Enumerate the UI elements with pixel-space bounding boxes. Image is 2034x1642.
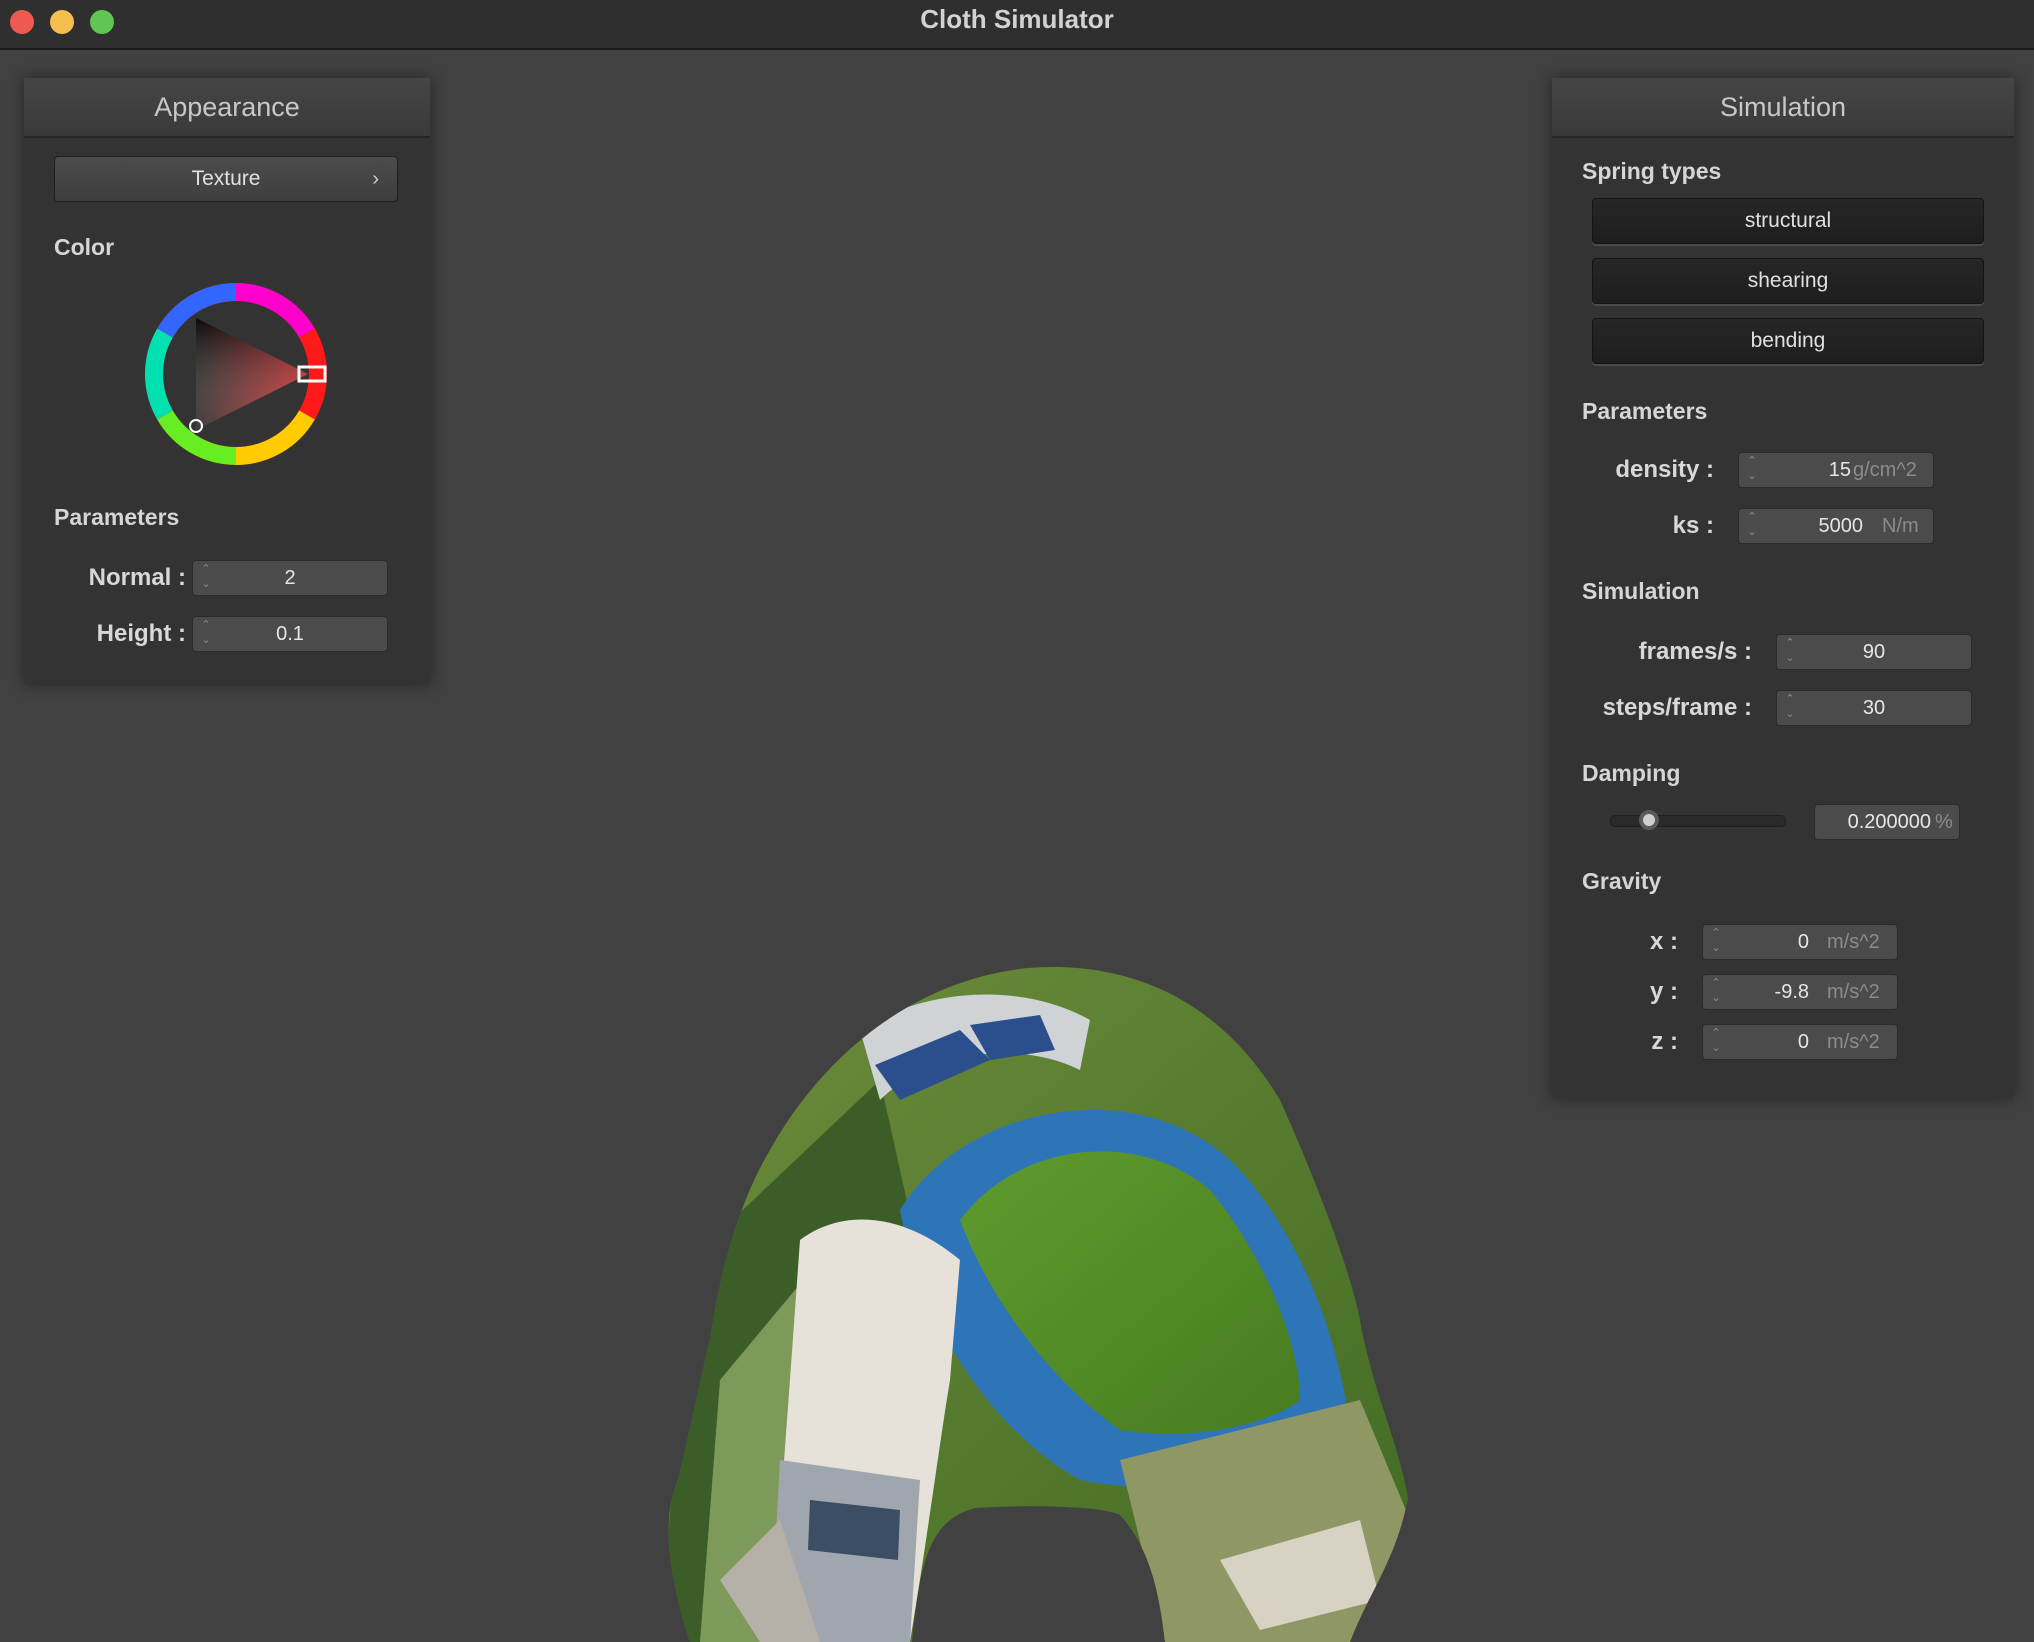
chevron-right-icon: ›	[372, 168, 379, 190]
ks-label: ks :	[1672, 512, 1714, 539]
damping-value: 0.200000	[1847, 811, 1931, 833]
gravity-z-spinbox[interactable]: ⌃ ⌄ 0 m/s^2	[1702, 1024, 1898, 1060]
normal-label: Normal :	[88, 564, 186, 591]
texture-button-label: Texture	[191, 167, 261, 190]
appearance-panel: Appearance Texture › Color Parameters No…	[24, 78, 430, 684]
gravity-y-label: y :	[1649, 978, 1678, 1005]
spinner-arrows-icon[interactable]: ⌃ ⌄	[1709, 976, 1723, 1006]
normal-value: 2	[284, 567, 296, 589]
density-value: 15	[1828, 459, 1851, 481]
density-unit: g/cm^2	[1853, 459, 1917, 481]
ks-value: 5000	[1818, 515, 1864, 537]
spring-types-label: Spring types	[1582, 158, 1722, 184]
appearance-parameters-label: Parameters	[54, 504, 180, 530]
damping-label: Damping	[1582, 760, 1681, 786]
appearance-panel-header[interactable]: Appearance	[24, 78, 430, 138]
damping-unit: %	[1935, 811, 1953, 833]
frames-per-s-spinbox[interactable]: ⌃ ⌄ 90	[1776, 634, 1972, 670]
color-wheel[interactable]	[136, 274, 336, 474]
damping-value-box[interactable]: 0.200000 %	[1814, 804, 1960, 840]
texture-button[interactable]: Texture ›	[54, 156, 398, 202]
gravity-label: Gravity	[1582, 868, 1662, 894]
density-spinbox[interactable]: ⌃ ⌄ 15 g/cm^2	[1738, 452, 1934, 488]
height-value: 0.1	[276, 623, 304, 645]
spinner-arrows-icon[interactable]: ⌃ ⌄	[1709, 926, 1723, 956]
gravity-x-label: x :	[1649, 928, 1678, 955]
ks-spinbox[interactable]: ⌃ ⌄ 5000 N/m	[1738, 508, 1934, 544]
gravity-z-value: 0	[1797, 1031, 1809, 1053]
gravity-z-label: z :	[1651, 1028, 1678, 1055]
title-bar: Cloth Simulator	[0, 0, 2034, 50]
normal-spinbox[interactable]: ⌃ ⌄ 2	[192, 560, 388, 596]
simulation-parameters-label: Parameters	[1582, 398, 1708, 424]
gravity-z-unit: m/s^2	[1827, 1031, 1880, 1053]
frames-per-s-label: frames/s :	[1638, 638, 1752, 665]
frames-per-s-value: 90	[1862, 641, 1886, 663]
window-title: Cloth Simulator	[920, 4, 1114, 34]
height-label: Height :	[96, 620, 186, 647]
steps-per-frame-label: steps/frame :	[1602, 694, 1752, 721]
density-label: density :	[1615, 456, 1714, 483]
steps-per-frame-value: 30	[1862, 697, 1886, 719]
gravity-x-unit: m/s^2	[1827, 931, 1880, 953]
height-spinbox[interactable]: ⌃ ⌄ 0.1	[192, 616, 388, 652]
cloth-mesh-viewport[interactable]	[660, 960, 1420, 1642]
shearing-spring-button[interactable]: shearing	[1592, 258, 1984, 304]
damping-slider[interactable]	[1610, 808, 1786, 832]
spinner-arrows-icon[interactable]: ⌃ ⌄	[1745, 510, 1759, 540]
damping-slider-track[interactable]	[1610, 815, 1786, 827]
spinner-arrows-icon[interactable]: ⌃ ⌄	[1745, 454, 1759, 484]
gravity-y-spinbox[interactable]: ⌃ ⌄ -9.8 m/s^2	[1702, 974, 1898, 1010]
simulation-panel: Simulation Spring types structural shear…	[1552, 78, 2014, 1098]
gravity-x-value: 0	[1797, 931, 1809, 953]
gravity-y-unit: m/s^2	[1827, 981, 1880, 1003]
simulation-section-label: Simulation	[1582, 578, 1700, 604]
bending-spring-button[interactable]: bending	[1592, 318, 1984, 364]
damping-slider-knob[interactable]	[1639, 810, 1659, 830]
spinner-arrows-icon[interactable]: ⌃ ⌄	[1709, 1026, 1723, 1056]
structural-spring-button[interactable]: structural	[1592, 198, 1984, 244]
gravity-y-value: -9.8	[1774, 981, 1809, 1003]
steps-per-frame-spinbox[interactable]: ⌃ ⌄ 30	[1776, 690, 1972, 726]
simulation-panel-header[interactable]: Simulation	[1552, 78, 2014, 138]
ks-unit: N/m	[1882, 515, 1919, 537]
gravity-x-spinbox[interactable]: ⌃ ⌄ 0 m/s^2	[1702, 924, 1898, 960]
color-section-label: Color	[54, 234, 115, 260]
